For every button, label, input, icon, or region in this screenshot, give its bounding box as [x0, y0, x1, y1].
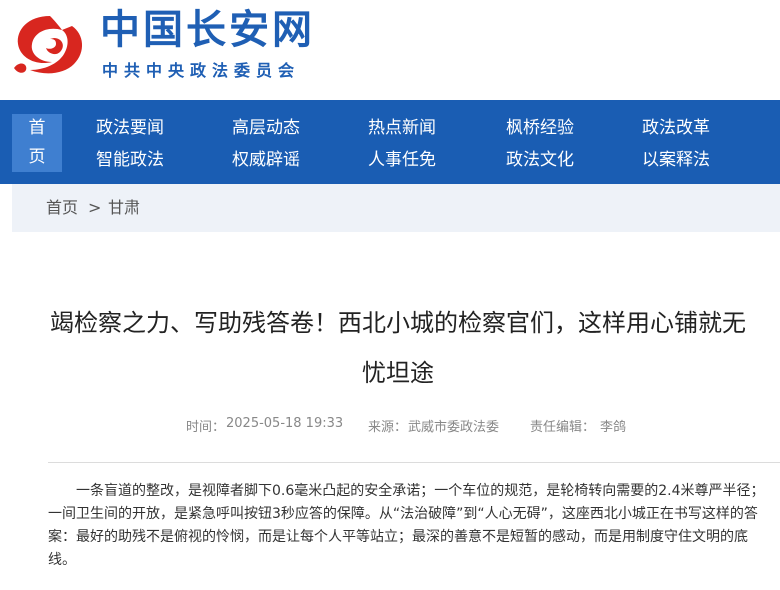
logo-icon[interactable]: [10, 8, 90, 80]
nav-home-label-1: 首: [28, 118, 46, 138]
meta-editor: 李鸽: [600, 420, 627, 435]
nav-home-button[interactable]: 首 页: [12, 114, 62, 172]
site-title[interactable]: 中国长安网: [100, 6, 315, 54]
nav-item-politics-news[interactable]: 政法要闻: [96, 115, 164, 141]
divider: [48, 462, 780, 463]
meta-time-label: 时间：: [186, 420, 226, 435]
nav-item-hot-news[interactable]: 热点新闻: [368, 115, 436, 141]
meta-editor-label: 责任编辑：: [530, 420, 596, 435]
breadcrumb-separator: >: [88, 198, 102, 217]
breadcrumb-current[interactable]: 甘肃: [108, 198, 140, 218]
nav-item-reform[interactable]: 政法改革: [642, 115, 710, 141]
nav-item-leadership[interactable]: 高层动态: [232, 115, 300, 141]
nav-item-culture[interactable]: 政法文化: [506, 147, 574, 173]
meta-source-label: 来源：: [368, 420, 408, 435]
nav-item-smart-politics[interactable]: 智能政法: [96, 147, 164, 173]
nav-item-fengqiao[interactable]: 枫桥经验: [506, 115, 574, 141]
nav-item-personnel[interactable]: 人事任免: [368, 147, 436, 173]
article: 竭检察之力、写助残答卷！西北小城的检察官们，这样用心铺就无忧坦途 时间： 202…: [12, 232, 780, 590]
site-header: 中国长安网 中共中央政法委员会: [0, 0, 780, 100]
breadcrumb-home-link[interactable]: 首页: [46, 198, 78, 218]
article-body: 一条盲道的整改，是视障者脚下0.6毫米凸起的安全承诺；一个车位的规范，是轮椅转向…: [48, 483, 765, 568]
nav-home-label-2: 页: [28, 147, 46, 167]
meta-source: 武威市委政法委: [408, 420, 500, 435]
nav-item-rumor-refute[interactable]: 权威辟谣: [232, 147, 300, 173]
breadcrumb: 首页 > 甘肃: [12, 184, 780, 232]
article-title: 竭检察之力、写助残答卷！西北小城的检察官们，这样用心铺就无忧坦途: [50, 309, 746, 387]
site-subtitle: 中共中央政法委员会: [102, 61, 301, 80]
nav-item-case-law[interactable]: 以案释法: [642, 147, 710, 173]
main-nav: 首 页 政法要闻 高层动态 热点新闻 枫桥经验 政法改革 智能政法 权威辟谣 人…: [0, 100, 780, 184]
meta-time: 2025-05-18 19:33: [226, 416, 344, 431]
